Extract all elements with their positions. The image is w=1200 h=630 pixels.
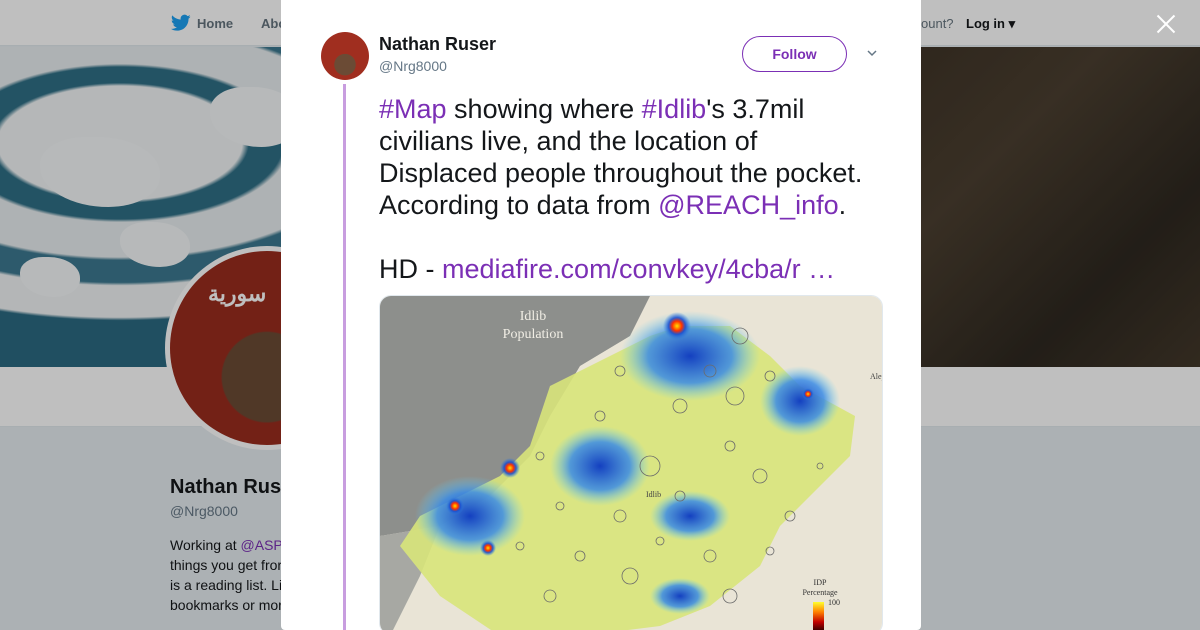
tweet-fragment: .	[838, 190, 847, 220]
tweet-line: Displaced people throughout the pocket.	[379, 158, 863, 188]
map-title-line: Population	[502, 327, 564, 342]
heat-cluster	[650, 491, 730, 541]
author-name[interactable]: Nathan Ruser	[379, 34, 496, 55]
mediafire-link[interactable]: mediafire.com/convkey/4cba/r …	[442, 254, 835, 284]
legend-title-line: IDP	[813, 578, 827, 587]
tweet-modal: Nathan Ruser @Nrg8000 Follow #Map showin…	[281, 0, 921, 630]
line-break	[379, 221, 889, 253]
map-title: Idlib Population	[498, 308, 568, 344]
heat-cluster	[760, 366, 840, 436]
tweet-line: #Map showing where #Idlib's 3.7mil	[379, 93, 889, 125]
tweet-fragment: HD -	[379, 254, 442, 284]
map-label-idlib: Idlib	[646, 490, 662, 499]
legend-color-bar	[813, 602, 824, 630]
author-handle[interactable]: @Nrg8000	[379, 58, 447, 74]
author-avatar[interactable]	[321, 32, 369, 80]
heat-hotspot	[446, 497, 464, 515]
heat-hotspot	[663, 312, 691, 340]
map-title-line: Idlib	[519, 309, 547, 324]
hashtag-idlib-link[interactable]: #Idlib	[642, 94, 707, 124]
legend-max-value: 100	[828, 598, 840, 607]
follow-button[interactable]: Follow	[742, 36, 847, 72]
legend-title-line: Percentage	[802, 588, 838, 597]
tweet-media-image[interactable]: Idlib Population Idlib Alep IDP Percenta…	[379, 295, 883, 630]
tweet-fragment: According to data from	[379, 190, 659, 220]
tweet-line: civilians live, and the location of	[379, 126, 758, 156]
map-legend: IDP Percentage	[792, 578, 848, 598]
thread-line	[343, 84, 346, 630]
tweet-fragment: showing where	[446, 94, 642, 124]
tweet-line: HD - mediafire.com/convkey/4cba/r …	[379, 253, 889, 285]
heat-hotspot	[480, 540, 496, 556]
tweet-fragment: 's 3.7mil	[706, 94, 805, 124]
chevron-down-icon[interactable]	[867, 48, 877, 58]
tweet-text: #Map showing where #Idlib's 3.7mil civil…	[379, 93, 889, 285]
heat-hotspot	[500, 458, 520, 478]
map-label-aleppo: Alep	[870, 372, 882, 381]
hashtag-map-link[interactable]: #Map	[379, 94, 447, 124]
heat-hotspot	[802, 388, 814, 400]
close-icon[interactable]	[1154, 12, 1178, 36]
heat-cluster	[650, 578, 710, 614]
tweet-line: According to data from @REACH_info.	[379, 189, 889, 221]
heat-cluster	[415, 476, 525, 556]
mention-reach-link[interactable]: @REACH_info	[658, 190, 838, 220]
heat-cluster	[550, 426, 650, 506]
